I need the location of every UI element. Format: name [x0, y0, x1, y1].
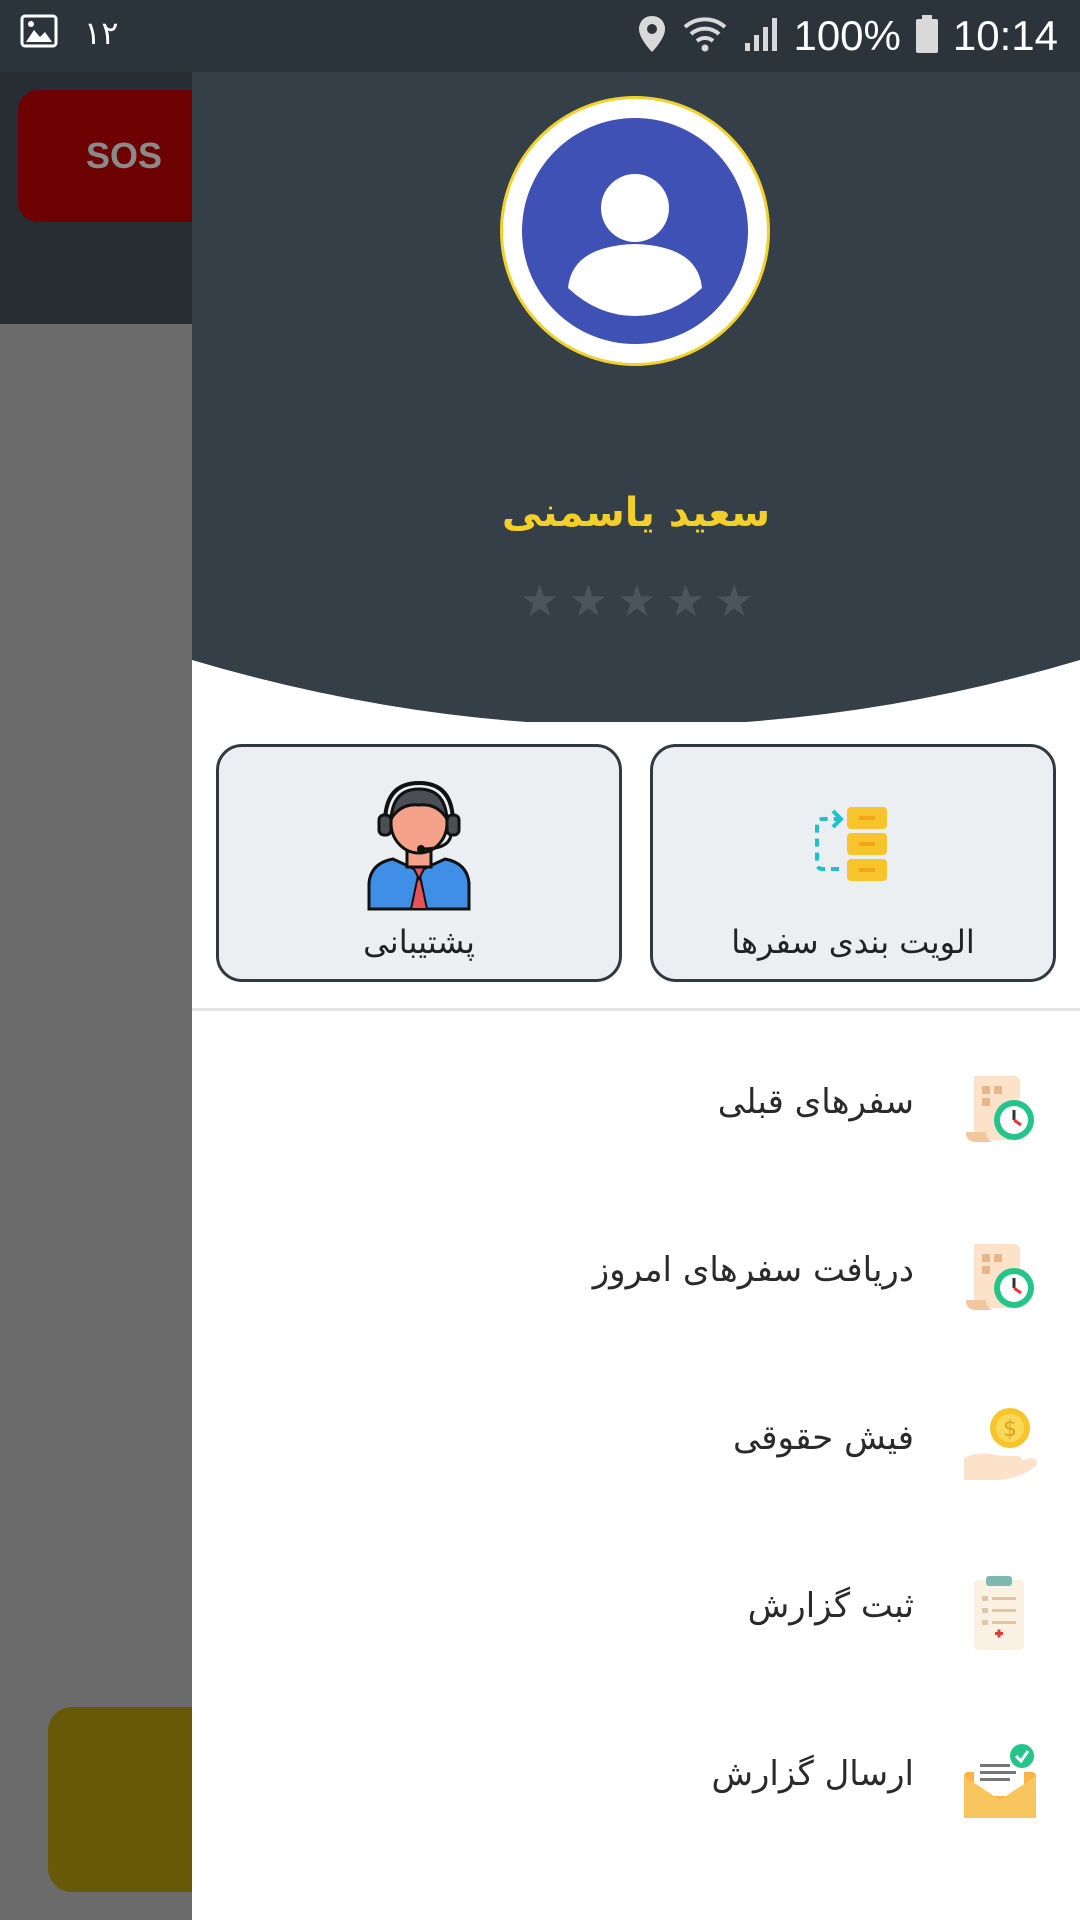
menu-item-submit-report[interactable]: ثبت گزارش — [192, 1546, 1080, 1714]
support-label: پشتیبانی — [363, 923, 475, 961]
user-avatar-icon — [522, 118, 748, 344]
menu-item-send-report[interactable]: ارسال گزارش — [192, 1714, 1080, 1882]
menu-label: ثبت گزارش — [747, 1586, 914, 1626]
notification-count: ۱۲ — [84, 14, 119, 52]
menu-label: ارسال گزارش — [711, 1754, 914, 1794]
support-card[interactable]: پشتیبانی — [216, 744, 622, 982]
star-icon: ★ — [568, 576, 609, 627]
drawer-menu: سفرهای قبلی دریافت سفرهای امروز $ فیش حق… — [192, 1042, 1080, 1882]
menu-item-previous-trips[interactable]: سفرهای قبلی — [192, 1042, 1080, 1210]
avatar[interactable] — [500, 96, 770, 366]
history-receipt-icon — [966, 1244, 1034, 1310]
menu-label: سفرهای قبلی — [717, 1082, 914, 1122]
trip-priority-card[interactable]: الویت بندی سفرها — [650, 744, 1056, 982]
section-divider — [192, 1008, 1080, 1011]
location-icon — [637, 14, 667, 58]
menu-label: فیش حقوقی — [732, 1418, 914, 1458]
navigation-drawer: سعید یاسمنی ★ ★ ★ ★ ★ پشتیبانی الویت بند… — [192, 72, 1080, 1920]
signal-icon — [743, 15, 779, 57]
clock: 10:14 — [952, 12, 1058, 59]
salary-coin-icon: $ — [964, 1408, 1038, 1480]
menu-label: دریافت سفرهای امروز — [592, 1250, 914, 1290]
status-bar: ۱۲ 100% 10:14 — [0, 0, 1080, 72]
wifi-icon — [681, 15, 729, 57]
battery-percent: 100% — [793, 12, 901, 59]
rating-stars: ★ ★ ★ ★ ★ — [520, 580, 754, 624]
trip-priority-label: الویت بندی سفرها — [731, 923, 975, 961]
mail-send-icon — [964, 1744, 1036, 1818]
star-icon: ★ — [714, 576, 754, 627]
menu-item-today-trips[interactable]: دریافت سفرهای امروز — [192, 1210, 1080, 1378]
reorder-icon — [815, 807, 887, 881]
battery-icon — [915, 14, 939, 58]
support-agent-icon — [367, 780, 471, 911]
star-icon: ★ — [665, 576, 706, 627]
menu-item-payslip[interactable]: $ فیش حقوقی — [192, 1378, 1080, 1546]
drawer-header: سعید یاسمنی ★ ★ ★ ★ ★ — [192, 72, 1080, 722]
user-name: سعید یاسمنی — [501, 490, 771, 536]
star-icon: ★ — [617, 576, 657, 627]
history-receipt-icon — [966, 1076, 1034, 1142]
star-icon: ★ — [520, 576, 560, 627]
image-icon — [20, 14, 58, 52]
quick-actions: پشتیبانی الویت بندی سفرها — [216, 744, 1056, 984]
svg-text:$: $ — [1003, 1417, 1017, 1442]
clipboard-report-icon — [974, 1576, 1024, 1650]
